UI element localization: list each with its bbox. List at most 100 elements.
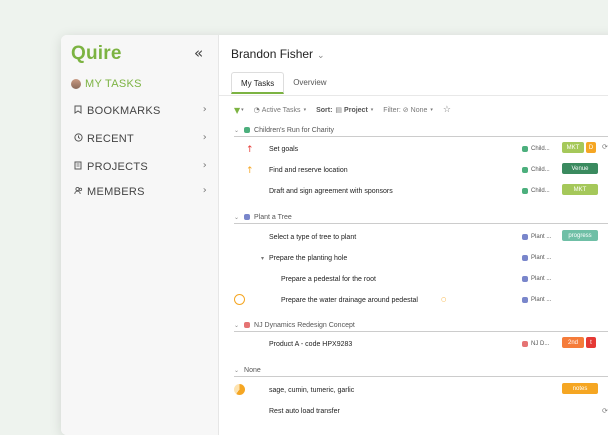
priority-high-icon[interactable]: ↑ xyxy=(246,145,254,155)
projects-icon xyxy=(71,161,85,173)
divider xyxy=(234,136,608,137)
project-name: Child... xyxy=(531,188,550,194)
task-row[interactable]: Prepare the water drainage around pedest… xyxy=(219,293,608,313)
divider xyxy=(234,223,608,224)
avatar xyxy=(71,79,81,89)
tag-2nd[interactable]: 2nd xyxy=(562,337,584,348)
tag-venue[interactable]: Venue xyxy=(562,163,598,174)
group-header[interactable]: ⌄ Children's Run for Charity xyxy=(234,124,608,136)
priority-medium-icon[interactable]: ↑ xyxy=(246,166,254,176)
filter-icon[interactable]: ▼ xyxy=(234,106,240,115)
sort-label: Sort: xyxy=(316,106,333,114)
group-header[interactable]: ⌄ Plant a Tree xyxy=(234,211,608,223)
status-icon: ◔ xyxy=(253,106,260,114)
project-color-dot xyxy=(244,322,251,328)
tab-my-tasks[interactable]: My Tasks xyxy=(231,72,285,94)
task-title[interactable]: Draft and sign agreement with sponsors xyxy=(269,188,393,195)
chevron-down-icon: ▾ xyxy=(370,107,374,113)
recurring-icon: ⟳ xyxy=(602,407,608,415)
in-progress-icon: ○ xyxy=(441,296,447,303)
task-project[interactable]: Child... xyxy=(522,167,550,173)
task-project[interactable]: Plant ... xyxy=(522,297,551,303)
filter-value[interactable]: None xyxy=(411,107,428,114)
group-header[interactable]: ⌄ NJ Dynamics Redesign Concept xyxy=(234,319,608,331)
task-row[interactable]: Draft and sign agreement with sponsors C… xyxy=(219,184,608,204)
project-color-dot xyxy=(522,297,528,303)
tab-bar: My Tasks Overview xyxy=(231,72,336,94)
group-name: Children's Run for Charity xyxy=(254,126,334,134)
project-name: Plant ... xyxy=(531,276,552,282)
project-color-dot xyxy=(522,276,528,282)
tag-notes[interactable]: notes xyxy=(562,383,598,394)
tag-mkt[interactable]: MKT xyxy=(562,142,584,153)
divider xyxy=(234,376,608,377)
task-title[interactable]: Prepare the planting hole xyxy=(269,255,347,262)
project-icon: ▤ xyxy=(335,106,343,114)
project-color-dot xyxy=(522,341,528,347)
chevron-right-icon: › xyxy=(202,104,207,115)
sort-value[interactable]: Project xyxy=(344,107,368,114)
sidebar-item-label: MY TASKS xyxy=(85,78,142,90)
tag-t[interactable]: t xyxy=(586,337,596,348)
task-project[interactable]: Plant ... xyxy=(522,276,551,282)
project-color-dot xyxy=(244,214,251,220)
chevron-right-icon: › xyxy=(202,160,207,171)
user-switcher[interactable]: Brandon Fisher ⌄ xyxy=(231,47,325,61)
task-title[interactable]: Rest auto load transfer xyxy=(269,408,340,415)
task-row[interactable]: Prepare a pedestal for the root Plant ..… xyxy=(219,272,608,292)
none-icon: ⊘ xyxy=(402,106,409,114)
chevron-down-icon: ⌄ xyxy=(234,126,240,134)
tag-d[interactable]: D xyxy=(586,142,596,153)
user-name: Brandon Fisher xyxy=(231,47,314,61)
task-project[interactable]: Child... xyxy=(522,146,550,152)
sidebar-item-projects[interactable]: PROJECTS › xyxy=(71,156,211,178)
task-row[interactable]: Product A - code HPX9283 NJ D... 2nd t xyxy=(219,337,608,357)
task-row[interactable]: Select a type of tree to plant Plant ...… xyxy=(219,230,608,250)
project-color-dot xyxy=(522,188,528,194)
star-icon[interactable]: ☆ xyxy=(443,105,451,115)
project-name: Plant ... xyxy=(531,297,552,303)
collapse-sidebar-icon[interactable]: « xyxy=(194,44,203,62)
task-title[interactable]: Prepare the water drainage around pedest… xyxy=(281,297,418,304)
project-name: Child... xyxy=(531,146,550,152)
chevron-down-icon: ▾ xyxy=(430,107,433,113)
project-color-dot xyxy=(244,127,251,133)
task-progress-icon[interactable] xyxy=(234,384,245,395)
task-status-icon[interactable] xyxy=(234,294,245,305)
tag-progress[interactable]: progress xyxy=(562,230,598,241)
task-title[interactable]: Product A - code HPX9283 xyxy=(269,341,352,348)
app-window: Quire « MY TASKS BOOKMARKS › RECENT › PR… xyxy=(61,35,608,435)
task-project[interactable]: Plant ... xyxy=(522,234,551,240)
task-project[interactable]: Child... xyxy=(522,188,550,194)
task-project[interactable]: NJ D... xyxy=(522,341,549,347)
sidebar-item-recent[interactable]: RECENT › xyxy=(71,128,211,150)
expand-subtasks-icon[interactable]: ▾ xyxy=(261,255,264,262)
sidebar-item-my-tasks[interactable]: MY TASKS xyxy=(71,73,211,95)
sidebar-item-label: RECENT xyxy=(87,133,135,145)
task-row[interactable]: ↑ Find and reserve location Child... Ven… xyxy=(219,163,608,183)
group-name: None xyxy=(244,366,261,374)
filter-label: Filter: xyxy=(383,106,401,114)
task-title[interactable]: sage, cumin, tumeric, garlic xyxy=(269,387,354,394)
main-panel: Brandon Fisher ⌄ My Tasks Overview ▼ ▾ ◔ … xyxy=(219,35,608,435)
task-title[interactable]: Find and reserve location xyxy=(269,167,348,174)
sidebar-item-label: PROJECTS xyxy=(87,161,149,173)
task-title[interactable]: Set goals xyxy=(269,146,298,153)
sidebar-item-members[interactable]: MEMBERS › xyxy=(71,181,211,203)
chevron-down-icon: ▾ xyxy=(241,107,244,113)
recurring-icon: ⟳ xyxy=(602,143,608,151)
task-title[interactable]: Select a type of tree to plant xyxy=(269,234,356,241)
group-header[interactable]: ⌄ None xyxy=(234,364,608,376)
task-row[interactable]: sage, cumin, tumeric, garlic notes xyxy=(219,383,608,403)
task-title[interactable]: Prepare a pedestal for the root xyxy=(281,276,376,283)
task-row[interactable]: ▾ Prepare the planting hole Plant ... xyxy=(219,251,608,271)
task-project[interactable]: Plant ... xyxy=(522,255,551,261)
tag-mkt[interactable]: MKT xyxy=(562,184,598,195)
sidebar-item-bookmarks[interactable]: BOOKMARKS › xyxy=(71,100,211,122)
project-color-dot xyxy=(522,146,528,152)
sidebar-item-label: MEMBERS xyxy=(87,186,145,198)
task-row[interactable]: Rest auto load transfer ⟳ xyxy=(219,404,608,424)
tab-overview[interactable]: Overview xyxy=(284,72,335,94)
status-filter[interactable]: Active Tasks xyxy=(262,107,301,114)
task-row[interactable]: ↑ Set goals Child... MKT D ⟳ xyxy=(219,142,608,162)
